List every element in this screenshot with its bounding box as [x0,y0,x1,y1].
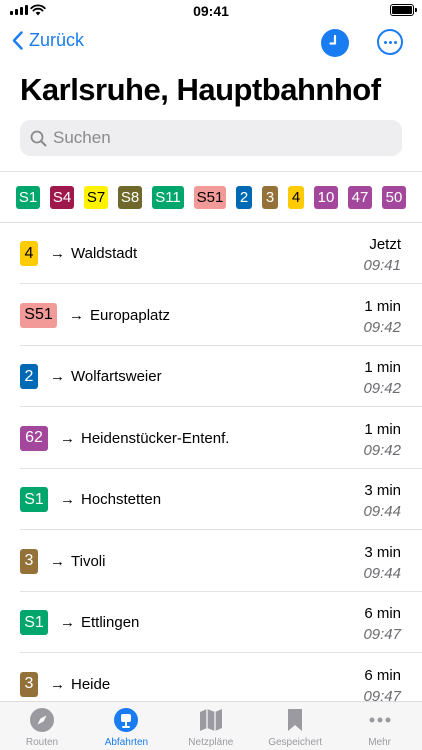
bookmark-icon [253,707,337,735]
departure-row[interactable]: 2 → Wolfartsweier 1 min 09:42 [0,346,422,407]
line-chip-s11[interactable]: S11 [152,186,184,209]
search-input[interactable] [53,128,373,148]
line-chip-s1[interactable]: S1 [16,186,40,209]
departure-row[interactable]: S51 → Europaplatz 1 min 09:42 [0,285,422,346]
direction-arrow-icon: → [60,614,75,631]
departure-destination: → Europaplatz [69,285,170,346]
divider [0,171,422,172]
departure-time: 09:44 [363,564,401,582]
departure-destination: → Hochstetten [60,469,161,530]
direction-arrow-icon: → [60,491,75,508]
back-button[interactable]: Zurück [12,30,84,51]
line-badge: 3 [20,548,38,574]
departure-row[interactable]: 3 → Tivoli 3 min 09:44 [0,531,422,592]
departure-row[interactable]: 4 → Waldstadt Jetzt 09:41 [0,223,422,284]
departure-relative-time: 3 min [364,482,401,499]
compass-icon [0,707,84,735]
direction-arrow-icon: → [50,245,65,262]
page-title: Karlsruhe, Hauptbahnhof [20,72,381,107]
line-chip-4[interactable]: 4 [288,186,304,209]
search-icon [30,130,47,146]
tab-bar: Routen Abfahrten Netzpläne Gespeichert Mehr [0,701,422,750]
line-badge: S1 [20,610,48,635]
departure-destination: → Wolfartsweier [50,346,162,407]
navigation-bar: Zurück [0,28,422,60]
line-badge: S1 [20,487,48,512]
departure-destination: → Waldstadt [50,223,137,284]
departure-relative-time: Jetzt [369,236,401,253]
line-chip-3[interactable]: 3 [262,186,278,209]
departure-row[interactable]: 62 → Heidenstücker-Entenf. 1 min 09:42 [0,408,422,469]
clock-icon [329,34,337,45]
destination-name: Heide [71,675,111,693]
more-options-button[interactable] [377,29,403,55]
tab-label: Gespeichert [268,737,323,748]
chevron-left-icon [12,31,23,50]
departure-time: 09:41 [363,257,401,274]
departure-time-button[interactable] [321,29,349,57]
line-badge: 4 [20,241,38,266]
destination-name: Heidenstücker-Entenf. [81,429,230,447]
line-badge: 62 [20,425,48,451]
ellipsis-icon [383,40,387,44]
departure-relative-time: 1 min [364,359,401,376]
line-badge: S51 [20,302,57,328]
battery-icon [390,4,417,16]
departure-relative-time: 3 min [364,543,401,561]
tab-netzpläne[interactable]: Netzpläne [169,702,253,750]
departure-time: 09:42 [363,318,401,336]
line-chip-47[interactable]: 47 [348,186,372,209]
departure-time: 09:47 [363,626,401,643]
back-button-label: Zurück [29,30,85,50]
line-badge: 2 [20,364,38,389]
departure-row[interactable]: S1 → Hochstetten 3 min 09:44 [0,469,422,530]
status-bar: 09:41 [0,0,422,24]
direction-arrow-icon: → [69,306,84,324]
line-chip-s4[interactable]: S4 [50,186,74,209]
direction-arrow-icon: → [50,552,65,570]
tab-label: Mehr [368,737,391,748]
status-time: 09:41 [193,3,229,19]
departure-time: 09:44 [363,503,401,520]
departure-time: 09:42 [363,441,401,459]
departure-relative-time: 6 min [364,605,401,622]
departures-icon [84,707,168,735]
destination-name: Tivoli [71,552,106,570]
map-icon [169,707,253,735]
line-chip-s51[interactable]: S51 [194,186,226,209]
line-chip-10[interactable]: 10 [314,186,338,209]
departure-row[interactable]: S1 → Ettlingen 6 min 09:47 [0,592,422,653]
departure-time: 09:42 [363,380,401,397]
destination-name: Waldstadt [71,245,138,262]
departure-relative-time: 1 min [364,297,401,315]
line-badge: 3 [20,671,38,697]
line-chip-50[interactable]: 50 [382,186,406,209]
tab-routen[interactable]: Routen [0,702,84,750]
departure-relative-time: 1 min [364,420,401,438]
destination-name: Hochstetten [81,491,162,508]
direction-arrow-icon: → [50,675,65,693]
departure-destination: → Heidenstücker-Entenf. [60,408,229,469]
line-chip-2[interactable]: 2 [236,186,252,209]
tab-label: Routen [25,737,59,748]
tab-label: Netzpläne [188,737,234,748]
search-bar[interactable] [20,120,402,156]
tab-label: Abfahrten [104,737,149,748]
direction-arrow-icon: → [60,429,75,447]
departure-destination: → Ettlingen [60,592,139,653]
destination-name: Europaplatz [90,306,171,324]
line-chip-s7[interactable]: S7 [84,186,108,209]
tab-mehr[interactable]: Mehr [338,702,422,750]
departure-relative-time: 6 min [364,666,401,684]
tab-gespeichert[interactable]: Gespeichert [253,702,337,750]
destination-name: Wolfartsweier [71,368,162,385]
departure-destination: → Tivoli [50,531,105,592]
more-icon [338,707,422,735]
direction-arrow-icon: → [50,368,65,385]
destination-name: Ettlingen [81,614,140,631]
line-chip-s8[interactable]: S8 [118,186,142,209]
tab-abfahrten[interactable]: Abfahrten [84,702,168,750]
